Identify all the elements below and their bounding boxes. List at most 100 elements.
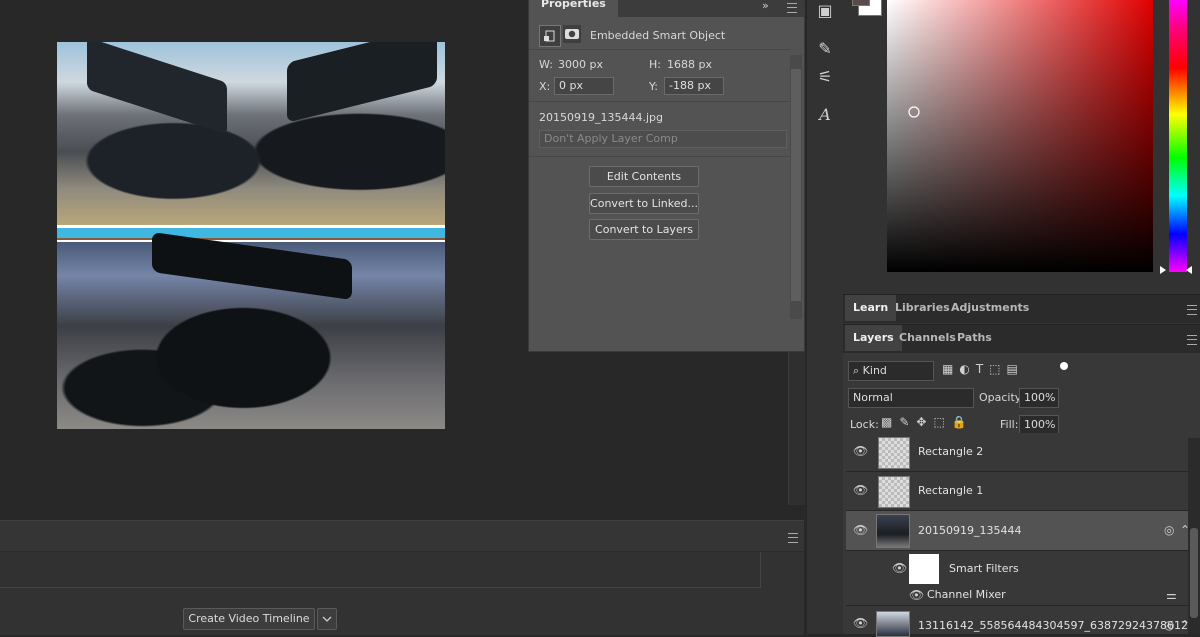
fill-field[interactable]: 100% xyxy=(1019,415,1059,435)
panel-icons-column: ▣ ✎ ⚟ A xyxy=(806,0,844,634)
layer-row[interactable]: 👁 Rectangle 1 xyxy=(846,472,1188,511)
layer-name: 13116142_558564484304597_638729243786127… xyxy=(918,619,1200,632)
properties-scrollbar[interactable] xyxy=(790,55,802,319)
layer-comp-select[interactable]: Don't Apply Layer Comp xyxy=(539,130,787,148)
convert-to-linked-button[interactable]: Convert to Linked... xyxy=(589,193,699,214)
rectangle-2-shape xyxy=(57,228,445,238)
filter-kind-value: Kind xyxy=(862,364,887,377)
smart-filter-options-icon[interactable]: ◎ xyxy=(1164,618,1174,632)
opacity-field[interactable]: 100% xyxy=(1019,388,1059,408)
learn-panel-menu-icon[interactable] xyxy=(1187,305,1197,315)
layer-row[interactable]: 👁 13116142_558564484304597_6387292437861… xyxy=(846,606,1200,637)
lock-all-icon[interactable]: 🔒 xyxy=(952,415,974,429)
timeline-menu-icon[interactable] xyxy=(788,533,798,543)
smart-object-thumbnail xyxy=(876,514,910,548)
eye-icon[interactable]: 👁 xyxy=(853,444,868,458)
layer-filter-kind[interactable]: ⌕ Kind xyxy=(848,361,934,381)
eye-icon[interactable]: 👁 xyxy=(853,483,868,497)
eye-icon[interactable]: 👁 xyxy=(853,616,868,630)
filter-name: Channel Mixer xyxy=(927,588,1006,601)
hue-slider-handle[interactable] xyxy=(1160,266,1166,274)
foreground-color-swatch[interactable] xyxy=(852,0,870,6)
search-icon: ⌕ xyxy=(853,364,860,377)
smart-filter-options-icon[interactable]: ◎ xyxy=(1164,523,1174,537)
create-video-timeline-button[interactable]: Create Video Timeline xyxy=(183,608,315,630)
lock-icons: ▩✎✥⬚🔒 xyxy=(881,415,981,429)
rectangle-1-shape xyxy=(57,238,445,240)
fill-label: Fill: xyxy=(1000,418,1019,431)
lock-artboard-icon[interactable]: ⬚ xyxy=(933,415,951,429)
lock-label: Lock: xyxy=(850,418,879,431)
x-label: X: xyxy=(539,80,551,93)
eye-icon[interactable]: 👁 xyxy=(892,561,907,575)
filter-options-icon[interactable]: ⚌ xyxy=(1166,588,1177,602)
smart-object-filter-icon[interactable]: ▤ xyxy=(1007,362,1024,376)
hue-slider-handle-right[interactable] xyxy=(1186,266,1192,274)
h-label: H: xyxy=(649,58,661,71)
opacity-label: Opacity: xyxy=(979,391,1025,404)
divider xyxy=(529,49,791,50)
adjustment-filter-icon[interactable]: ◐ xyxy=(959,362,975,376)
eye-icon[interactable]: 👁 xyxy=(853,523,868,537)
convert-to-layers-button[interactable]: Convert to Layers xyxy=(589,219,699,240)
lock-paint-icon[interactable]: ✎ xyxy=(899,415,916,429)
smart-filters-row[interactable]: 👁 Smart Filters xyxy=(846,551,1188,585)
pixel-filter-icon[interactable]: ▦ xyxy=(942,362,959,376)
brush-settings-icon[interactable]: ✎ xyxy=(814,38,836,60)
y-field[interactable]: -188 px xyxy=(664,77,724,95)
timeline-header xyxy=(0,521,804,552)
timeline-dropdown-button[interactable] xyxy=(317,608,337,630)
timeline-track-row xyxy=(0,552,761,588)
character-style-icon[interactable]: A xyxy=(814,104,836,126)
hue-slider[interactable] xyxy=(1169,0,1187,272)
tab-adjustments[interactable]: Adjustments xyxy=(943,295,1037,321)
w-value: 3000 px xyxy=(558,58,603,71)
properties-tabbar: Properties » xyxy=(529,0,804,17)
edit-contents-button[interactable]: Edit Contents xyxy=(589,166,699,187)
layer-filter-icons: ▦◐T⬚▤ xyxy=(942,362,1070,378)
blend-mode-select[interactable]: Normal xyxy=(848,388,974,408)
layer-name: Rectangle 2 xyxy=(918,445,984,458)
lock-transparent-icon[interactable]: ▩ xyxy=(881,415,899,429)
layer-thumbnail xyxy=(878,437,910,469)
car-photo-top xyxy=(57,42,445,225)
tab-paths[interactable]: Paths xyxy=(949,325,1000,351)
x-field[interactable]: 0 px xyxy=(554,77,614,95)
tab-properties[interactable]: Properties xyxy=(529,0,618,17)
document-image[interactable] xyxy=(57,42,445,429)
filter-toggle-icon[interactable] xyxy=(1060,362,1068,370)
smart-filters-label: Smart Filters xyxy=(949,562,1019,575)
divider xyxy=(529,156,791,157)
layer-row[interactable]: 👁 Rectangle 2 xyxy=(846,433,1188,472)
smart-object-icon xyxy=(539,25,561,47)
car-photo-bottom xyxy=(57,231,445,429)
linked-filename: 20150919_135444.jpg xyxy=(539,111,663,124)
lock-move-icon[interactable]: ✥ xyxy=(916,415,933,429)
color-picker-cursor-icon xyxy=(908,106,920,118)
layer-name: Rectangle 1 xyxy=(918,484,984,497)
collapse-panel-icon[interactable]: » xyxy=(762,0,769,12)
timeline-panel xyxy=(0,520,804,635)
layer-thumbnail xyxy=(876,611,910,637)
layers-panel-menu-icon[interactable] xyxy=(1187,335,1197,345)
filter-row[interactable]: 👁 Channel Mixer ⚌ xyxy=(846,585,1188,606)
h-value: 1688 px xyxy=(667,58,712,71)
layers-scrollbar[interactable] xyxy=(1188,438,1200,634)
type-filter-icon[interactable]: T xyxy=(976,362,989,376)
smart-object-type: Embedded Smart Object xyxy=(590,29,726,42)
color-field[interactable] xyxy=(887,0,1153,272)
chevron-down-icon xyxy=(322,616,332,622)
properties-panel: Properties » Embedded Smart Object W: 30… xyxy=(528,0,805,352)
filter-mask-thumbnail xyxy=(909,554,939,584)
layer-row-selected[interactable]: 👁 20150919_135444 ◎ ⌃ xyxy=(846,511,1190,551)
properties-menu-icon[interactable] xyxy=(787,3,797,13)
layers-tabbar: Layers Channels Paths xyxy=(843,324,1200,353)
mask-icon[interactable] xyxy=(563,25,581,43)
shape-filter-icon[interactable]: ⬚ xyxy=(989,362,1006,376)
y-label: Y: xyxy=(649,80,658,93)
adjust-sliders-icon[interactable]: ⚟ xyxy=(814,66,836,88)
layer-name: 20150919_135444 xyxy=(918,524,1022,537)
3d-cube-icon[interactable]: ▣ xyxy=(814,0,836,22)
eye-icon[interactable]: 👁 xyxy=(909,588,924,602)
w-label: W: xyxy=(539,58,553,71)
